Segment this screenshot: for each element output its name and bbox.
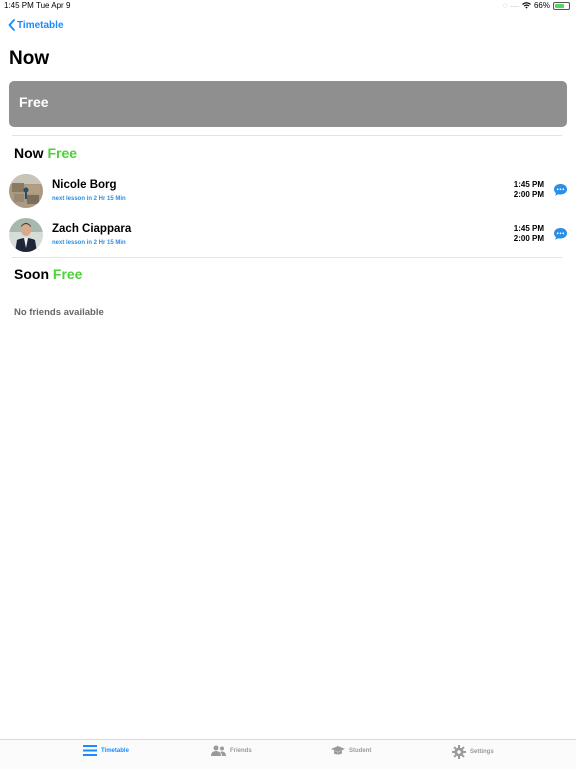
page-title: Now: [9, 48, 50, 69]
back-label: Timetable: [17, 19, 64, 31]
divider: [12, 257, 562, 258]
avatar: [9, 218, 43, 252]
next-lesson-text: next lesson in 2 Hr 15 Min: [52, 196, 126, 202]
friend-name: Nicole Borg: [52, 179, 117, 191]
wifi-icon: [522, 2, 531, 9]
status-indicators: ◌ ..... 66%: [503, 1, 570, 10]
now-section-header: Now Free: [14, 145, 77, 161]
chevron-left-icon: [8, 19, 15, 31]
list-icon: [83, 745, 97, 756]
avatar: [9, 174, 43, 208]
tab-label: Student: [349, 747, 372, 754]
status-bar: 1:45 PM Tue Apr 9 ◌ ..... 66%: [0, 0, 576, 12]
tab-student[interactable]: Student: [331, 745, 371, 756]
battery-icon: [553, 1, 570, 10]
graduation-cap-icon: [331, 746, 345, 755]
tab-friends[interactable]: Friends: [211, 745, 252, 756]
loading-icon: ◌: [502, 1, 508, 10]
tab-label: Timetable: [101, 747, 129, 754]
start-time: 1:45 PM: [513, 180, 544, 189]
end-time: 2:00 PM: [513, 234, 544, 243]
battery-level: [555, 3, 564, 8]
friend-row[interactable]: Nicole Borg next lesson in 2 Hr 15 Min 1…: [9, 174, 571, 214]
back-button[interactable]: Timetable: [8, 19, 64, 31]
tab-timetable[interactable]: Timetable: [83, 745, 129, 756]
tab-settings[interactable]: Settings: [452, 745, 494, 759]
section-status: Free: [47, 145, 78, 161]
lesson-times: 1:45 PM 2:00 PM: [514, 224, 544, 244]
friend-row[interactable]: Zach Ciappara next lesson in 2 Hr 15 Min…: [9, 218, 571, 258]
tab-label: Settings: [470, 749, 494, 755]
end-time: 2:00 PM: [513, 190, 544, 199]
lesson-times: 1:45 PM 2:00 PM: [514, 180, 544, 200]
battery-percent: 66%: [533, 1, 550, 10]
status-date: Tue Apr 9: [36, 1, 71, 10]
start-time: 1:45 PM: [513, 224, 544, 233]
tab-bar: Timetable Friends Student Settings: [0, 739, 576, 769]
status-time: 1:45 PM: [4, 1, 34, 10]
gear-icon: [452, 745, 466, 759]
section-prefix: Now: [14, 145, 44, 161]
next-lesson-text: next lesson in 2 Hr 15 Min: [52, 240, 126, 246]
status-banner-label: Free: [19, 94, 49, 110]
section-prefix: Soon: [14, 266, 49, 282]
soon-section-header: Soon Free: [14, 266, 82, 282]
friend-name: Zach Ciappara: [52, 223, 132, 235]
chat-bubble-icon[interactable]: [553, 183, 568, 197]
people-icon: [211, 745, 226, 756]
signal-dots: .....: [510, 2, 519, 9]
divider: [12, 135, 562, 136]
tab-label: Friends: [230, 747, 252, 754]
empty-state-message: No friends available: [14, 307, 104, 318]
chat-bubble-icon[interactable]: [553, 227, 568, 241]
status-banner: Free: [9, 81, 567, 127]
section-status: Free: [52, 266, 83, 282]
